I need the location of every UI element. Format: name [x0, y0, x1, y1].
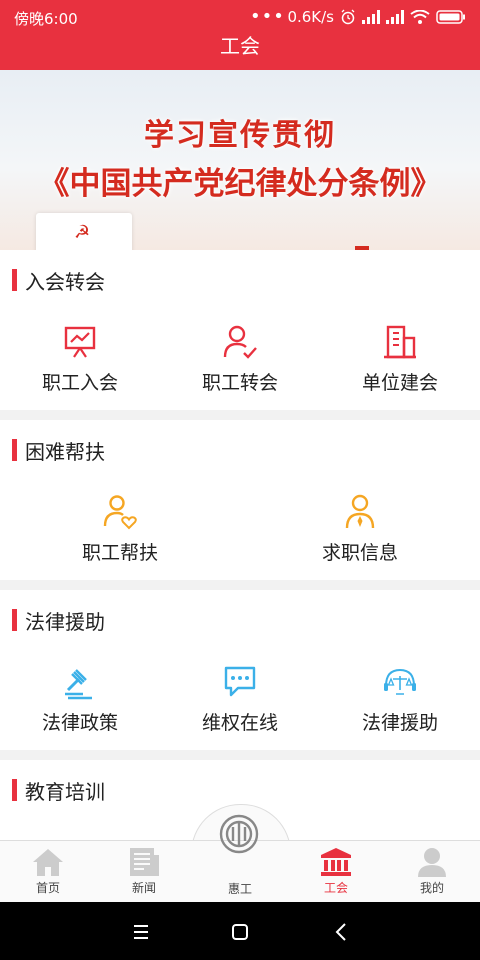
build-union-label: 单位建会 — [361, 372, 438, 394]
union-logo-icon — [219, 814, 259, 854]
news-icon — [130, 848, 159, 876]
menu-icon[interactable] — [129, 920, 153, 944]
page-title: 工会 — [220, 34, 260, 58]
job-info-button[interactable]: 求职信息 — [280, 494, 440, 574]
section-marker — [12, 439, 17, 461]
tab-union[interactable]: 工会 — [288, 841, 384, 903]
legal-aid-button[interactable]: 法律援助 — [320, 664, 480, 744]
tab-news-label: 新闻 — [131, 881, 156, 895]
tab-benefits-label: 惠工 — [227, 882, 252, 896]
tab-home-label: 首页 — [35, 881, 60, 895]
section-header: 教育培训 — [12, 778, 105, 804]
join-union-label: 职工入会 — [41, 372, 118, 394]
section-legal-aid: 法律援助 法律政策 维权在线 法律援助 — [0, 590, 480, 750]
banner-line-1: 学习宣传贯彻 — [144, 118, 336, 153]
bank-icon — [321, 848, 351, 876]
tab-news[interactable]: 新闻 — [96, 841, 192, 903]
status-time: 傍晚6:00 — [14, 10, 78, 28]
job-info-label: 求职信息 — [321, 542, 398, 564]
wifi-icon — [410, 10, 430, 24]
gavel-icon — [65, 669, 92, 700]
regulation-book-image: ☭ — [36, 213, 132, 250]
section-title: 入会转会 — [25, 269, 105, 294]
status-dots: ••• — [250, 6, 285, 27]
promo-banner[interactable]: 学习宣传贯彻 《中国共产党纪律处分条例》 ☭ — [0, 70, 480, 250]
status-bar: 傍晚6:00 ••• 0.6K/s — [0, 0, 480, 34]
person-icon — [418, 848, 446, 877]
user-tie-icon — [345, 494, 375, 529]
section-title: 法律援助 — [25, 609, 105, 634]
tab-home[interactable]: 首页 — [0, 841, 96, 903]
legal-policy-label: 法律政策 — [41, 712, 118, 734]
user-heart-icon — [103, 495, 137, 530]
party-emblem-icon: ☭ — [74, 222, 91, 243]
scales-headset-icon — [384, 668, 416, 695]
signal-hd-icon — [386, 10, 404, 24]
signal-icon — [362, 10, 380, 24]
home-icon — [33, 849, 63, 876]
alarm-icon — [341, 9, 355, 25]
section-title: 困难帮扶 — [25, 439, 105, 464]
building-icon — [384, 325, 416, 359]
rights-online-label: 维权在线 — [201, 712, 278, 734]
build-union-button[interactable]: 单位建会 — [320, 324, 480, 404]
system-nav-bar — [0, 902, 480, 960]
section-marker — [12, 779, 17, 801]
section-assistance: 困难帮扶 职工帮扶 求职信息 — [0, 420, 480, 580]
presentation-board-icon — [64, 326, 96, 358]
tab-benefits[interactable] — [219, 814, 259, 854]
section-marker — [12, 269, 17, 291]
tab-mine[interactable]: 我的 — [384, 841, 480, 903]
network-speed: 0.6K/s — [287, 8, 334, 26]
app-header: 傍晚6:00 ••• 0.6K/s 工会 — [0, 0, 480, 70]
tab-mine-label: 我的 — [419, 881, 444, 895]
transfer-union-button[interactable]: 职工转会 — [160, 324, 320, 404]
back-icon[interactable] — [330, 920, 354, 944]
battery-icon — [436, 10, 465, 24]
chat-bubble-icon — [224, 666, 256, 697]
section-header: 法律援助 — [12, 608, 105, 634]
legal-policy-button[interactable]: 法律政策 — [0, 664, 160, 744]
legal-aid-label: 法律援助 — [361, 712, 438, 734]
status-right: 0.6K/s — [287, 8, 466, 26]
section-marker — [12, 609, 17, 631]
banner-line-2: 《中国共产党纪律处分条例》 — [38, 166, 442, 202]
home-button-icon[interactable] — [228, 920, 252, 944]
rights-online-button[interactable]: 维权在线 — [160, 664, 320, 744]
user-check-icon — [223, 325, 257, 359]
join-union-button[interactable]: 职工入会 — [0, 324, 160, 404]
transfer-union-label: 职工转会 — [201, 372, 278, 394]
tab-union-label: 工会 — [323, 881, 348, 895]
worker-assistance-button[interactable]: 职工帮扶 — [40, 494, 200, 574]
worker-assistance-label: 职工帮扶 — [81, 542, 158, 564]
section-title: 教育培训 — [25, 779, 105, 804]
section-membership: 入会转会 职工入会 职工转会 单位建会 — [0, 250, 480, 410]
section-header: 入会转会 — [12, 268, 105, 294]
section-header: 困难帮扶 — [12, 438, 105, 464]
